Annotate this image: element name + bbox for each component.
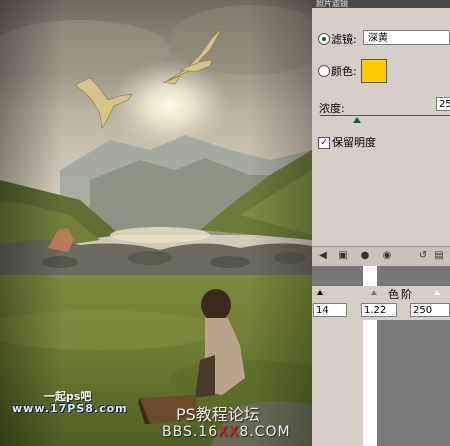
forum-watermark: PS教程论坛 — [176, 405, 260, 424]
filter-select[interactable]: 深黄 — [363, 30, 450, 45]
boy-head — [201, 289, 231, 321]
midtone-slider[interactable] — [371, 290, 377, 295]
bbs-red: XX — [218, 424, 240, 440]
back-arrow-icon[interactable]: ◀ — [316, 250, 330, 262]
preserve-luminosity-label: 保留明度 — [332, 136, 376, 149]
white-point-slider[interactable] — [434, 290, 440, 295]
midtone-input[interactable]: 1.22 — [361, 303, 397, 317]
filter-radio-dot — [322, 37, 326, 41]
reset-icon[interactable]: ↺ — [416, 250, 430, 262]
bbs-suffix: 8.COM — [239, 424, 291, 440]
levels-lower-highlight — [363, 320, 377, 446]
bbs-prefix: BBS.16 — [162, 424, 219, 440]
filter-radio[interactable] — [318, 33, 330, 45]
density-slider-thumb[interactable] — [353, 117, 361, 123]
delete-icon[interactable]: ▤ — [432, 250, 446, 262]
black-point-slider[interactable] — [317, 290, 323, 295]
eye-icon[interactable]: ◉ — [380, 250, 394, 262]
white-point-input[interactable]: 250 — [410, 303, 450, 317]
adjustments-toolbar: ◀ ▣ ● ◉ ↺ ▤ — [312, 246, 450, 267]
photo-canvas: 一起ps吧 www.17PS8.com PS教程论坛 BBS.16XX8.COM — [0, 0, 312, 446]
levels-lower-area — [312, 320, 450, 446]
filter-label: 滤镜: — [331, 33, 357, 46]
black-point-input[interactable]: 14 — [313, 303, 347, 317]
density-label: 浓度: — [319, 102, 345, 115]
color-radio[interactable] — [318, 65, 330, 77]
mask-icon[interactable]: ● — [358, 250, 372, 262]
panel-title: 照片滤镜 — [312, 0, 450, 8]
density-input[interactable]: 25 — [436, 97, 450, 111]
color-label: 颜色: — [331, 65, 357, 78]
bbs-watermark: BBS.16XX8.COM — [162, 424, 291, 440]
fantasy-landscape-image — [0, 0, 312, 446]
levels-header — [312, 286, 450, 300]
layer-icon[interactable]: ▣ — [336, 250, 350, 262]
logo-bottom-text: www.17PS8.com — [12, 402, 128, 415]
preserve-luminosity-checkbox[interactable]: ✓ — [318, 137, 330, 149]
levels-lower-dark — [377, 320, 450, 446]
color-swatch[interactable] — [361, 59, 387, 83]
density-slider-track[interactable] — [320, 115, 450, 116]
